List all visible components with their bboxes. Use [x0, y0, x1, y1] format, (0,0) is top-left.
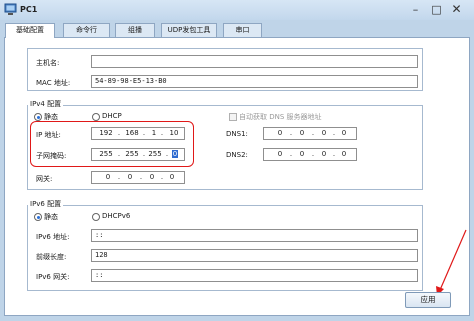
tab-basic-config[interactable]: 基础配置 — [5, 23, 55, 38]
annotation-arrow — [436, 229, 467, 296]
apply-button[interactable]: 应用 — [405, 292, 451, 308]
